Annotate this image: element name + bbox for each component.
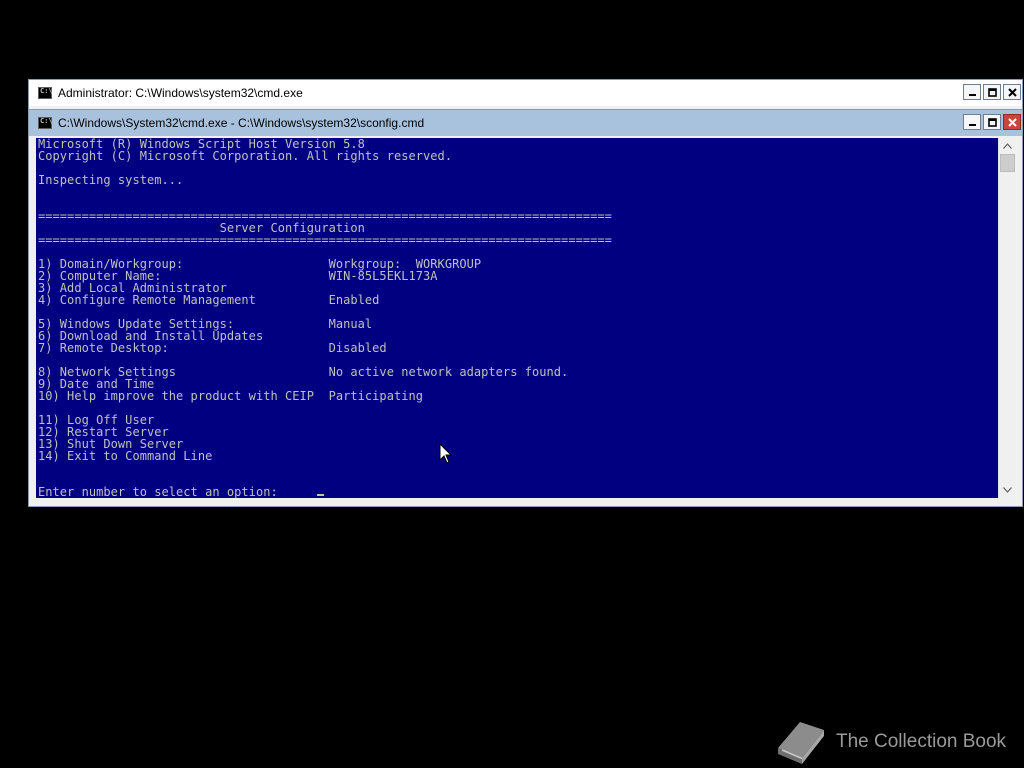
close-icon [1008,118,1017,127]
console-text: Microsoft (R) Windows Script Host Versio… [38,138,612,498]
minimize-button[interactable] [963,114,981,130]
mouse-pointer-icon [439,443,453,464]
maximize-icon [988,88,997,97]
minimize-button[interactable] [963,84,981,100]
maximize-button[interactable] [983,114,1001,130]
cmd-icon [38,117,53,129]
console-output[interactable]: Microsoft (R) Windows Script Host Versio… [36,138,999,498]
scroll-up-button[interactable] [999,138,1016,154]
titlebar-background-window[interactable]: Administrator: C:\Windows\system32\cmd.e… [29,80,1022,106]
close-button[interactable] [1003,84,1021,100]
chevron-up-icon [1003,143,1012,149]
maximize-button[interactable] [983,84,1001,100]
chevron-down-icon [1003,487,1012,493]
window-title: Administrator: C:\Windows\system32\cmd.e… [58,86,303,100]
minimize-icon [969,94,976,96]
watermark-text: The Collection Book [836,731,1007,752]
scroll-down-button[interactable] [999,482,1016,498]
book-logo-icon [778,722,824,764]
minimize-icon [969,124,976,126]
watermark: The Collection Book [772,718,1006,766]
titlebar-sconfig-window[interactable]: C:\Windows\System32\cmd.exe - C:\Windows… [29,110,1022,136]
scroll-thumb[interactable] [1000,154,1015,172]
close-button[interactable] [1003,114,1021,130]
sconfig-window[interactable]: C:\Windows\System32\cmd.exe - C:\Windows… [28,109,1023,507]
maximize-icon [988,118,997,127]
vertical-scrollbar[interactable] [998,138,1016,498]
text-cursor [317,494,324,496]
window-title: C:\Windows\System32\cmd.exe - C:\Windows… [58,116,425,130]
close-icon [1008,88,1017,97]
cmd-icon [38,87,53,99]
